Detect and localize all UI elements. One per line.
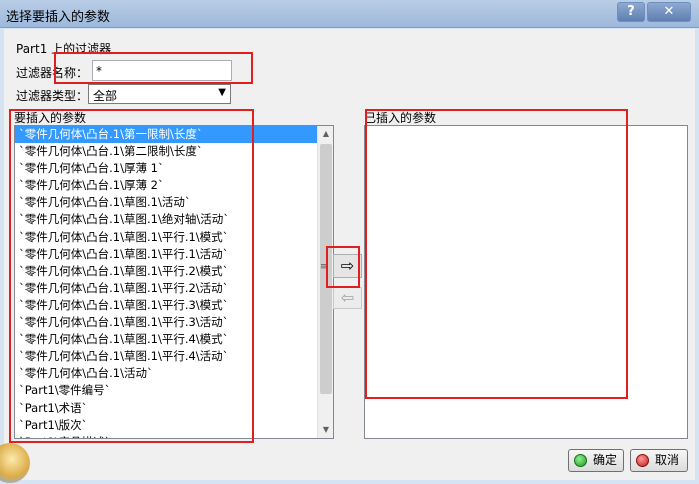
list-item[interactable]: `零件几何体\凸台.1\草图.1\平行.3\模式` bbox=[15, 297, 318, 314]
list-item[interactable]: `零件几何体\凸台.1\草图.1\平行.3\活动` bbox=[15, 314, 318, 331]
list-item[interactable]: `零件几何体\凸台.1\活动` bbox=[15, 365, 318, 382]
cancel-label: 取消 bbox=[655, 453, 680, 467]
window-title: 选择要插入的参数 bbox=[6, 10, 111, 25]
list-item[interactable]: `零件几何体\凸台.1\草图.1\绝对轴\活动` bbox=[15, 211, 318, 228]
filter-name-input[interactable] bbox=[92, 60, 232, 81]
splitter-grip-icon[interactable]: ≡ bbox=[320, 262, 328, 272]
list-item[interactable]: `Part1\版次` bbox=[15, 417, 318, 434]
close-button[interactable]: ✕ bbox=[647, 2, 691, 22]
to-insert-list[interactable]: `零件几何体\凸台.1\第一限制\长度` `零件几何体\凸台.1\第二限制\长度`… bbox=[14, 125, 334, 439]
help-button[interactable]: ? bbox=[617, 2, 645, 22]
ok-label: 确定 bbox=[593, 453, 618, 467]
move-right-button[interactable]: ⇨ bbox=[333, 254, 362, 278]
filter-type-label: 过滤器类型： bbox=[16, 89, 89, 103]
to-insert-items: `零件几何体\凸台.1\第一限制\长度` `零件几何体\凸台.1\第二限制\长度`… bbox=[15, 126, 318, 438]
ok-button[interactable]: 确定 bbox=[568, 449, 624, 472]
list-item[interactable]: `零件几何体\凸台.1\草图.1\平行.1\模式` bbox=[15, 229, 318, 246]
chevron-down-icon: ▼ bbox=[218, 87, 226, 98]
list-item[interactable]: `零件几何体\凸台.1\草图.1\平行.2\模式` bbox=[15, 263, 318, 280]
filter-type-value: 全部 bbox=[93, 89, 118, 103]
list-item[interactable]: `零件几何体\凸台.1\第二限制\长度` bbox=[15, 143, 318, 160]
move-left-button[interactable]: ⇦ bbox=[333, 287, 362, 309]
list-item[interactable]: `Part1\零件编号` bbox=[15, 382, 318, 399]
logo-orb-icon bbox=[0, 443, 30, 483]
scroll-down-arrow-icon[interactable]: ▼ bbox=[318, 422, 333, 438]
filter-type-select[interactable]: 全部 ▼ bbox=[88, 84, 231, 104]
list-scrollbar[interactable]: ▲ ▼ bbox=[317, 126, 333, 438]
filter-section-label: Part1 上的过滤器 bbox=[16, 42, 112, 56]
dialog-body: Part1 上的过滤器 过滤器名称： 过滤器类型： 全部 ▼ 要插入的参数 `零… bbox=[0, 29, 695, 483]
list-item[interactable]: `零件几何体\凸台.1\草图.1\平行.1\活动` bbox=[15, 246, 318, 263]
cancel-icon bbox=[636, 454, 649, 467]
list-item[interactable]: `零件几何体\凸台.1\草图.1\平行.4\活动` bbox=[15, 348, 318, 365]
cancel-button[interactable]: 取消 bbox=[630, 449, 688, 472]
ok-icon bbox=[574, 454, 587, 467]
filter-name-label: 过滤器名称： bbox=[16, 66, 89, 80]
title-bar: 选择要插入的参数 ? ✕ bbox=[0, 0, 699, 28]
scroll-up-arrow-icon[interactable]: ▲ bbox=[318, 126, 333, 142]
list-item[interactable]: `零件几何体\凸台.1\第一限制\长度` bbox=[15, 126, 318, 144]
list-item[interactable]: `零件几何体\凸台.1\草图.1\平行.2\活动` bbox=[15, 280, 318, 297]
inserted-list[interactable] bbox=[364, 125, 688, 439]
to-insert-label: 要插入的参数 bbox=[14, 111, 87, 125]
list-item[interactable]: `零件几何体\凸台.1\草图.1\活动` bbox=[15, 194, 318, 211]
list-item[interactable]: `零件几何体\凸台.1\厚薄 1` bbox=[15, 160, 318, 177]
list-item[interactable]: `零件几何体\凸台.1\草图.1\平行.4\模式` bbox=[15, 331, 318, 348]
list-item[interactable]: `Part1\术语` bbox=[15, 400, 318, 417]
inserted-label: 已插入的参数 bbox=[364, 111, 437, 125]
list-item[interactable]: `Part1\产品描述` bbox=[15, 434, 318, 438]
list-item[interactable]: `零件几何体\凸台.1\厚薄 2` bbox=[15, 177, 318, 194]
